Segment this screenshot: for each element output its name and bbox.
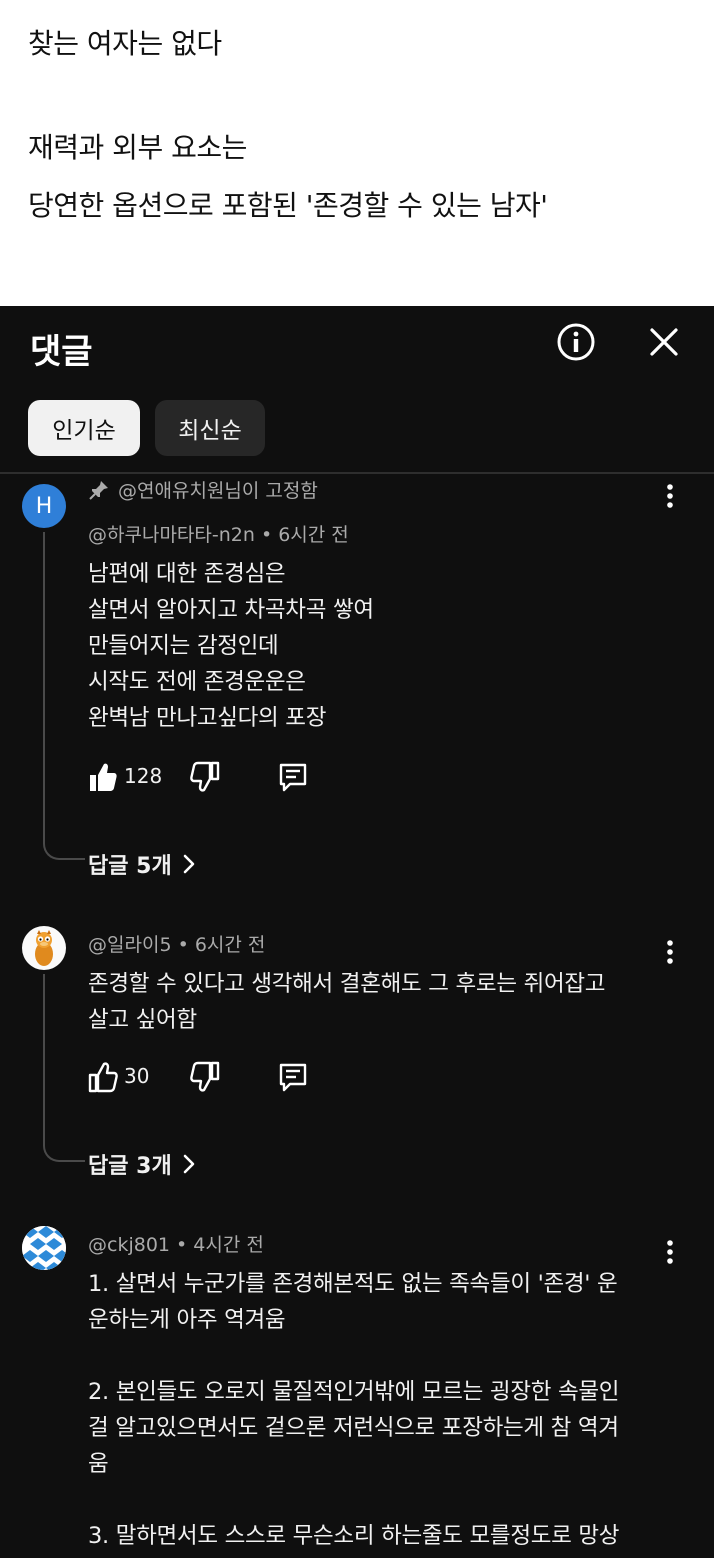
comment-item: H @연애유치원님이 고정함 @하쿠나마타타-n2n • 6시간 전 남편에 대… <box>0 474 714 890</box>
comment-meta: @ckj801 • 4시간 전 <box>88 1230 264 1257</box>
comment-item: @일라이5 • 6시간 전 존경할 수 있다고 생각해서 결혼해도 그 후로는 … <box>0 922 714 1192</box>
post-text-line: 찾는 여자는 없다 <box>28 27 222 60</box>
comment-text-line: 살면서 알아지고 차곡차곡 쌓여 <box>88 597 374 623</box>
avatar[interactable] <box>22 926 66 970</box>
avatar[interactable]: H <box>22 484 66 528</box>
comment-text-line: 존경할 수 있다고 생각해서 결혼해도 그 후로는 쥐어잡고 <box>88 971 606 997</box>
comment-text-line: 움 <box>88 1451 109 1477</box>
thumbs-down-icon[interactable] <box>190 1060 220 1094</box>
separator-dot: • <box>260 524 279 546</box>
cat-avatar-icon <box>35 930 53 966</box>
comment-text-line: 만들어지는 감정인데 <box>88 633 279 659</box>
thumbs-down-icon[interactable] <box>190 760 220 794</box>
comment-time: 6시간 전 <box>278 524 349 546</box>
more-vertical-icon[interactable] <box>658 1238 682 1266</box>
comment-text-line: 1. 살면서 누군가를 존경해본적도 없는 족속들이 '존경' 운 <box>88 1271 618 1297</box>
pinned-text: @연애유치원님이 고정함 <box>118 480 318 502</box>
separator-dot: • <box>177 934 195 956</box>
view-replies-button[interactable]: 답글 3개 <box>88 1148 196 1180</box>
replies-label: 답글 5개 <box>88 854 172 879</box>
more-vertical-icon[interactable] <box>658 482 682 510</box>
comment-time: 6시간 전 <box>194 934 266 956</box>
pin-icon <box>89 480 108 500</box>
thumbs-up-icon[interactable] <box>88 1060 118 1094</box>
comment-text-line: 완벽남 만나고싶다의 포장 <box>88 705 327 731</box>
comment-text-line: 시작도 전에 존경운운은 <box>88 669 306 695</box>
chevron-right-icon <box>183 1154 194 1174</box>
comment-item: @ckj801 • 4시간 전 1. 살면서 누군가를 존경해본적도 없는 족속… <box>0 1222 714 1558</box>
view-replies-button[interactable]: 답글 5개 <box>88 848 196 880</box>
post-text-line: 재력과 외부 요소는 <box>28 131 247 164</box>
comment-actions: 128 <box>88 760 348 796</box>
comment-author[interactable]: @하쿠나마타타-n2n <box>88 524 255 546</box>
comments-panel: 댓글 인기순 최신순 H @연애유치원님이 고정함 @하쿠나마타타-n2n • … <box>0 306 714 1558</box>
comment-icon[interactable] <box>278 1060 308 1094</box>
comment-text-line: 3. 말하면서도 스스로 무슨소리 하는줄도 모를정도로 망상 <box>88 1523 620 1549</box>
avatar[interactable] <box>22 1226 66 1270</box>
separator-dot: • <box>176 1234 194 1256</box>
comment-icon[interactable] <box>278 760 308 794</box>
comment-text-line: 걸 알고있으면서도 겉으론 저런식으로 포장하는게 참 역겨 <box>88 1415 619 1441</box>
like-count: 30 <box>124 1064 150 1088</box>
comment-author[interactable]: @일라이5 <box>88 934 172 956</box>
thread-line <box>43 974 85 1162</box>
more-vertical-icon[interactable] <box>658 938 682 966</box>
comment-meta: @하쿠나마타타-n2n • 6시간 전 <box>88 520 349 547</box>
comment-text-line: 2. 본인들도 오로지 물질적인거밖에 모르는 굉장한 속물인 <box>88 1379 620 1405</box>
comment-time: 4시간 전 <box>193 1234 264 1256</box>
post-text-area: 찾는 여자는 없다 재력과 외부 요소는 당연한 옵션으로 포함된 '존경할 수… <box>0 0 714 306</box>
post-text-line: 당연한 옵션으로 포함된 '존경할 수 있는 남자' <box>28 189 548 222</box>
comment-text-line: 남편에 대한 존경심은 <box>88 561 286 587</box>
info-icon[interactable] <box>556 322 596 362</box>
thumbs-up-icon[interactable] <box>88 760 118 794</box>
chevron-right-icon <box>183 854 194 874</box>
panel-title: 댓글 <box>30 332 93 372</box>
bavarian-flag-avatar-icon <box>22 1226 66 1270</box>
comment-author[interactable]: @ckj801 <box>88 1234 170 1256</box>
sort-top-chip[interactable]: 인기순 <box>28 400 140 456</box>
comment-meta: @일라이5 • 6시간 전 <box>88 930 265 957</box>
sort-newest-chip[interactable]: 최신순 <box>155 400 265 456</box>
replies-label: 답글 3개 <box>88 1154 172 1179</box>
like-count: 128 <box>124 764 163 788</box>
comment-text-line: 운하는게 아주 역겨움 <box>88 1307 286 1333</box>
comment-actions: 30 <box>88 1060 348 1096</box>
thread-line <box>43 532 85 860</box>
close-icon[interactable] <box>646 324 682 360</box>
pinned-label: @연애유치원님이 고정함 <box>88 476 318 503</box>
comment-text-line: 살고 싶어함 <box>88 1007 197 1033</box>
